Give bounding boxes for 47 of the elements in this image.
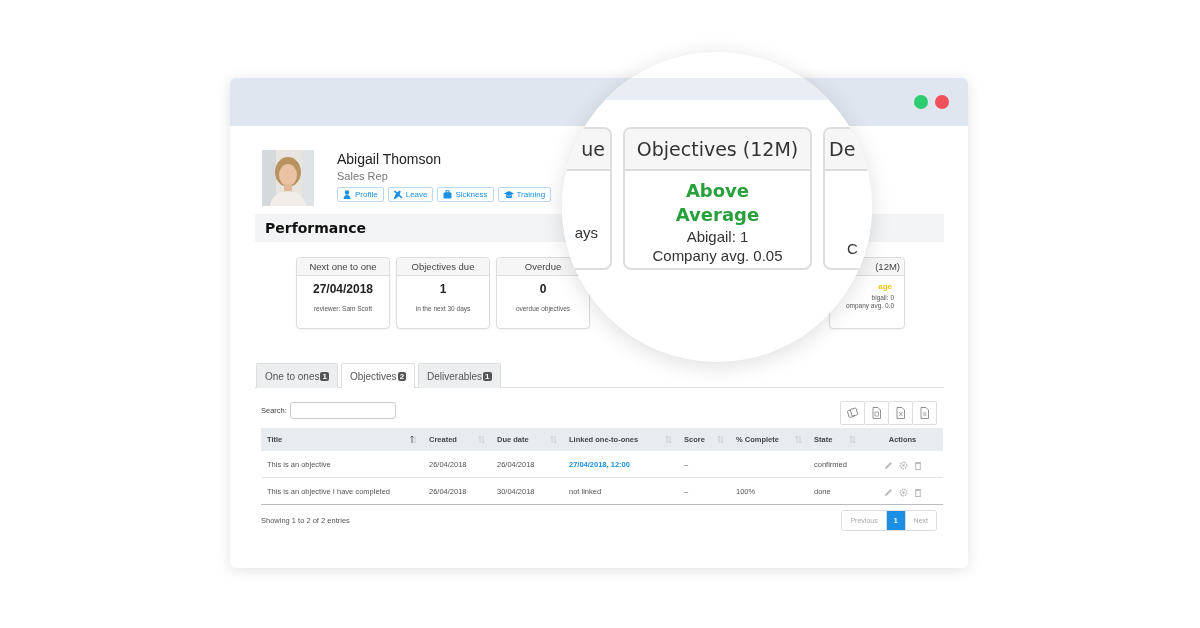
card-title: Objectives (12M) [625, 129, 810, 171]
pencil-icon[interactable] [883, 461, 893, 470]
gear-icon[interactable] [898, 488, 908, 497]
card-title: Next one to one [297, 258, 389, 276]
person-name: Abigail Thomson [337, 151, 443, 167]
tab[interactable]: Objectives 2 [340, 363, 416, 388]
window-control-dot[interactable] [935, 95, 949, 109]
card-value: Above Average [674, 179, 761, 227]
card-note: ays [574, 223, 599, 242]
card-note: Company avg. 0.05 [652, 246, 783, 265]
card-title: Objectives due [397, 258, 489, 276]
card-note: C [846, 239, 858, 258]
graduation-cap-icon [503, 190, 514, 199]
trash-icon[interactable] [913, 488, 922, 497]
copy-icon [846, 406, 859, 420]
pencil-icon[interactable] [883, 488, 893, 497]
window-control-dot[interactable] [914, 95, 928, 109]
profile-tab-button[interactable]: Training [497, 187, 552, 202]
count-badge: 2 [397, 372, 407, 381]
section-title: Performance [265, 220, 367, 236]
person-icon [343, 190, 352, 199]
card-note: Abigail: 1 [686, 227, 749, 246]
card-value: 0 [539, 282, 547, 296]
file-icon [870, 406, 883, 420]
export-button[interactable] [888, 401, 913, 425]
count-badge: 1 [320, 371, 329, 381]
sort-icon[interactable] [410, 435, 417, 444]
card-value: 1 [439, 282, 447, 296]
trash-icon[interactable] [913, 461, 922, 470]
profile-tab-button[interactable]: Leave [387, 187, 434, 202]
profile-tab-button[interactable]: Profile [337, 187, 384, 202]
card-value: age [878, 282, 893, 291]
card-value: 27/04/2018 [312, 282, 374, 296]
tab[interactable]: Deliverables 1 [418, 363, 501, 388]
profile-tab-button[interactable]: Sickness [437, 187, 494, 202]
file-icon [918, 406, 931, 420]
tab[interactable]: One to ones 1 [256, 363, 338, 388]
plane-icon [393, 190, 403, 199]
export-button[interactable] [840, 401, 865, 425]
search-field[interactable] [289, 402, 396, 419]
count-badge: 1 [483, 371, 492, 381]
file-icon [894, 406, 907, 420]
export-button[interactable] [864, 401, 889, 425]
briefcase-icon [443, 190, 453, 199]
gear-icon[interactable] [898, 461, 908, 470]
person-role: Sales Rep [337, 170, 389, 182]
export-button[interactable] [912, 401, 937, 425]
